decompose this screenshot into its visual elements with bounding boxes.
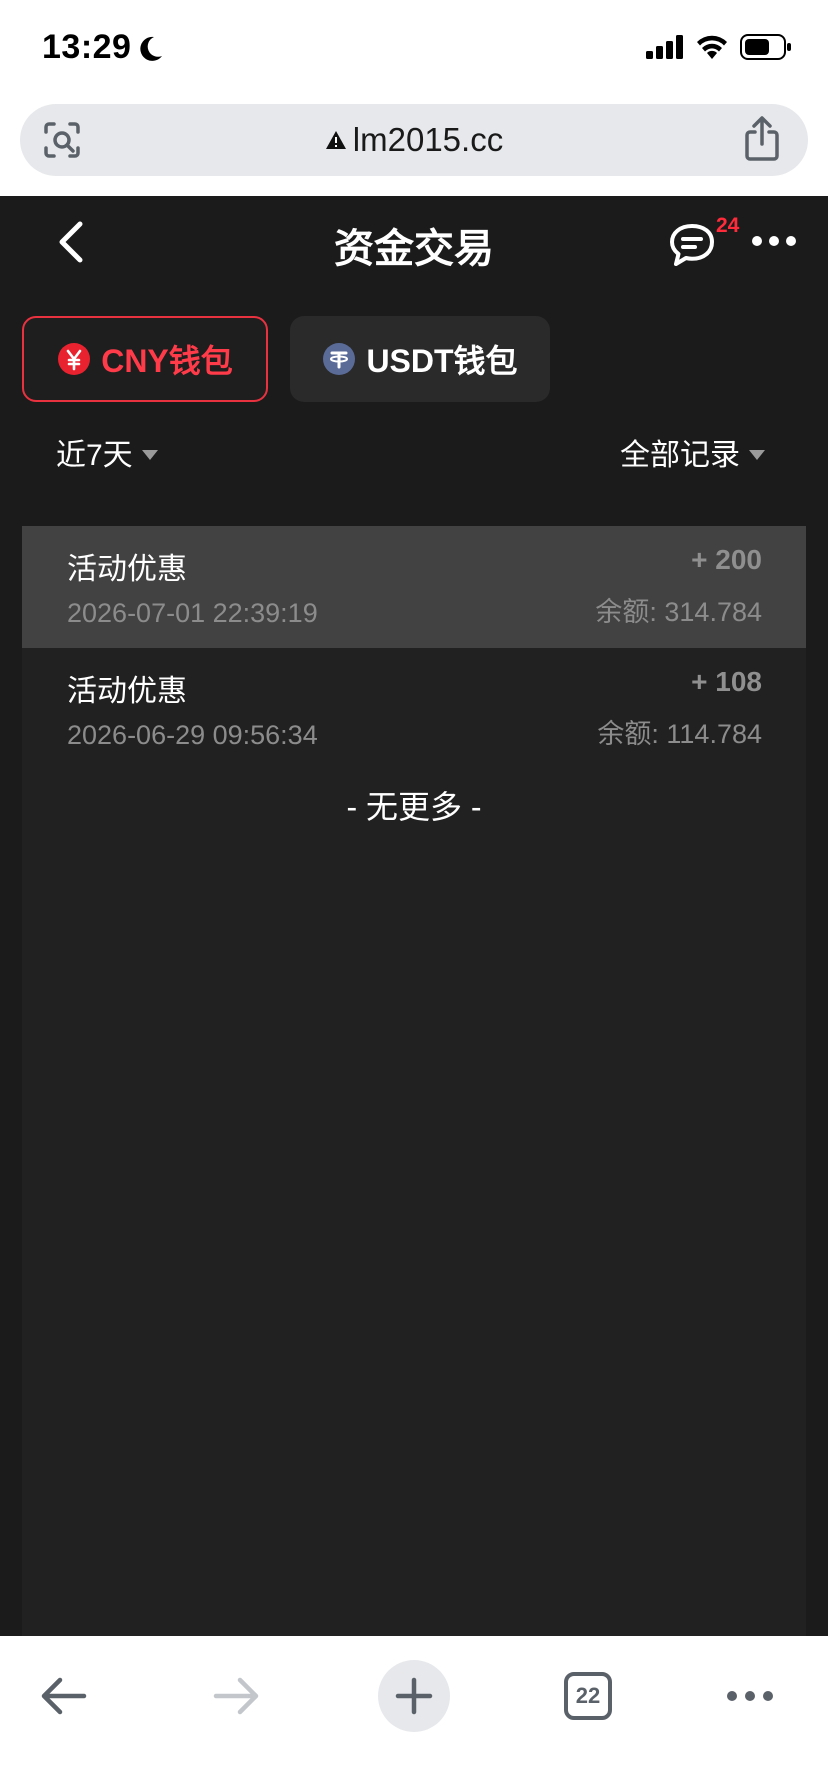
- signal-icon: [646, 35, 683, 59]
- tabs-button[interactable]: 22: [564, 1672, 612, 1720]
- record-amount: + 200: [691, 544, 762, 575]
- tab-cny-label: CNY钱包: [101, 343, 233, 379]
- app-content: 资金交易 24 CNY钱包 USDT钱包 近7天 全部记录 活动优惠 2026-…: [0, 196, 828, 1636]
- more-dots-icon[interactable]: [750, 234, 798, 248]
- address-bar[interactable]: lm2015.cc: [20, 104, 808, 176]
- message-count-badge: 24: [716, 214, 740, 237]
- caret-down-icon: [141, 450, 158, 460]
- message-icon[interactable]: [668, 222, 716, 268]
- page: 13:29 lm2015.cc 资金交易 24 CNY钱包 USDT钱包 近7天…: [0, 0, 828, 1792]
- tether-icon: [323, 343, 356, 375]
- tab-usdt-wallet[interactable]: USDT钱包: [290, 316, 550, 402]
- period-filter-label: 近7天: [56, 439, 133, 472]
- tab-usdt-label: USDT钱包: [366, 343, 518, 379]
- period-filter[interactable]: 近7天: [56, 430, 159, 474]
- browser-toolbar-bottom: 22: [0, 1636, 828, 1792]
- new-tab-button[interactable]: [378, 1660, 450, 1732]
- no-more-indicator: - 无更多 -: [346, 789, 482, 825]
- warning-icon: [325, 131, 346, 149]
- url-display[interactable]: lm2015.cc: [20, 104, 808, 176]
- arrow-left-icon[interactable]: [38, 1676, 88, 1716]
- record-row[interactable]: 活动优惠 2026-07-01 22:39:19 + 200 余额: 314.7…: [22, 526, 806, 648]
- arrow-right-icon[interactable]: [212, 1676, 262, 1716]
- status-time: 13:29: [42, 28, 132, 66]
- record-type-filter-label: 全部记录: [620, 439, 740, 472]
- caret-down-icon: [749, 450, 765, 460]
- record-type-filter[interactable]: 全部记录: [620, 430, 766, 474]
- record-time: 2026-06-29 09:56:34: [67, 720, 318, 750]
- record-balance: 余额: 114.784: [597, 719, 762, 749]
- url-text: lm2015.cc: [352, 121, 504, 158]
- browser-chrome-top: 13:29 lm2015.cc: [0, 0, 828, 196]
- yuan-icon: [58, 343, 91, 375]
- record-balance: 余额: 314.784: [595, 597, 762, 627]
- plus-icon: [395, 1677, 433, 1715]
- share-icon[interactable]: [742, 116, 782, 162]
- battery-icon: [740, 34, 791, 60]
- status-indicators: [646, 34, 792, 60]
- record-row[interactable]: 活动优惠 2026-06-29 09:56:34 + 108 余额: 114.7…: [22, 648, 806, 770]
- record-time: 2026-07-01 22:39:19: [67, 598, 318, 628]
- record-title: 活动优惠: [67, 553, 187, 586]
- moon-icon: [140, 36, 162, 61]
- records-list: 活动优惠 2026-07-01 22:39:19 + 200 余额: 314.7…: [22, 526, 806, 1636]
- wifi-icon: [697, 35, 727, 59]
- tab-cny-wallet[interactable]: CNY钱包: [22, 316, 268, 402]
- record-title: 活动优惠: [67, 675, 187, 708]
- more-dots-icon[interactable]: [726, 1690, 774, 1702]
- record-amount: + 108: [691, 666, 762, 697]
